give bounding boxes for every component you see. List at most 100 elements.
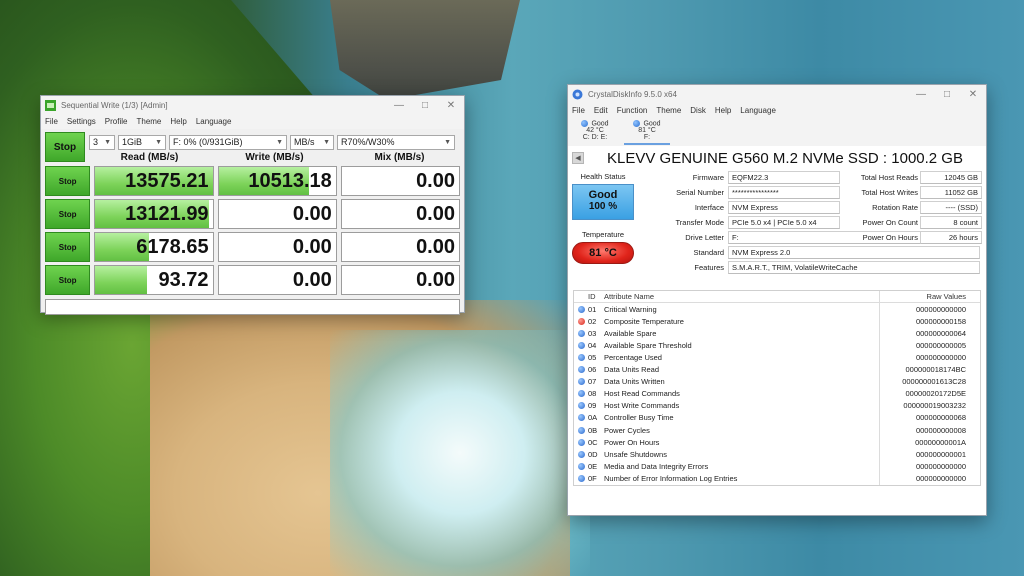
stop-all-button[interactable]: Stop [45, 132, 85, 162]
attribute-raw-value: 000000000068 [915, 413, 966, 423]
drive-value: F: 0% (0/931GiB) [173, 137, 243, 147]
table-row[interactable]: 08 Host Read Commands 00000020172D5E [574, 387, 980, 400]
status-dot-icon [577, 317, 585, 325]
table-row[interactable]: 0C Power On Hours 00000000001A [574, 436, 980, 449]
table-row[interactable]: 05 Percentage Used 000000000000 [574, 351, 980, 364]
menu-theme[interactable]: Theme [136, 117, 161, 126]
table-row[interactable]: 04 Available Spare Threshold 000000000005 [574, 339, 980, 352]
status-dot-icon [577, 474, 585, 482]
close-button[interactable]: ✕ [960, 85, 986, 103]
status-cell [574, 317, 588, 325]
table-row[interactable]: 03 Available Spare 000000000064 [574, 327, 980, 340]
menu-help[interactable]: Help [715, 106, 731, 115]
run-test-4-button[interactable]: Stop [45, 265, 91, 295]
table-row[interactable]: 02 Composite Temperature 000000000158 [574, 315, 980, 328]
table-body: 01 Critical Warning 000000000000 02 Composit… [574, 303, 980, 485]
menu-help[interactable]: Help [170, 117, 186, 126]
mix-ratio-select[interactable]: R70%/W30% ▼ [337, 134, 455, 150]
crystaldiskinfo-window: CrystalDiskInfo 9.5.0 x64 — □ ✕ File Edi… [567, 84, 987, 516]
mix-column-header: Mix (MB/s) [374, 152, 425, 163]
size-select[interactable]: 1GiB ▼ [118, 134, 166, 150]
previous-drive-button[interactable]: ◀ [572, 152, 584, 164]
rotation-rate-value: ---- (SSD) [920, 201, 982, 214]
table-row[interactable]: 0E Media and Data Integrity Errors 0000000… [574, 460, 980, 473]
attribute-name: Power On Hours [604, 436, 880, 449]
standard-label: Standard [693, 248, 724, 257]
table-row[interactable]: 06 Data Units Read 000000018174BC [574, 363, 980, 376]
minimize-button[interactable]: — [386, 96, 412, 114]
status-cell [574, 305, 588, 313]
attribute-id: 0D [588, 449, 598, 459]
run-test-1-button[interactable]: Stop [45, 166, 91, 196]
table-row[interactable]: 07 Data Units Written 000000001613C28 [574, 375, 980, 388]
titlebar[interactable]: Sequential Write (1/3) [Admin] — □ ✕ [41, 96, 464, 114]
read-value: 93.72 [158, 268, 209, 291]
menu-settings[interactable]: Settings [67, 117, 96, 126]
attribute-name: Percentage Used [604, 351, 880, 364]
serial-value: **************** [728, 186, 840, 199]
health-status-badge[interactable]: Good 100 % [572, 184, 634, 220]
attribute-id: 05 [588, 353, 597, 363]
attribute-name: Unsafe Shutdowns [604, 448, 880, 461]
write-value: 10513.18 [248, 169, 332, 192]
host-writes-label: Total Host Writes [861, 188, 918, 197]
run-test-3-button[interactable]: Stop [45, 232, 91, 262]
table-row[interactable]: 0F Number of Error Information Log Entrie… [574, 472, 980, 485]
menu-function[interactable]: Function [617, 106, 648, 115]
mix-result-cell: 0.00 [340, 265, 460, 295]
power-on-count-value: 8 count [920, 216, 982, 229]
crystaldiskmark-window: Sequential Write (1/3) [Admin] — □ ✕ Fil… [40, 95, 465, 315]
menu-file[interactable]: File [572, 106, 585, 115]
read-value: 13121.99 [125, 202, 209, 225]
titlebar[interactable]: CrystalDiskInfo 9.5.0 x64 — □ ✕ [568, 85, 986, 103]
interface-label: Interface [694, 203, 724, 212]
attribute-id: 07 [588, 377, 597, 387]
comment-field[interactable] [45, 299, 460, 315]
status-cell [574, 438, 588, 446]
maximize-button[interactable]: □ [934, 85, 960, 103]
transfer-mode-value: PCIe 5.0 x4 | PCIe 5.0 x4 [728, 216, 840, 229]
attribute-id: 04 [588, 340, 597, 350]
menu-language[interactable]: Language [196, 117, 232, 126]
count-select[interactable]: 3 ▼ [89, 134, 115, 150]
crystaldiskinfo-app-icon [572, 89, 583, 99]
minimize-button[interactable]: — [908, 85, 934, 103]
chevron-down-icon: ▼ [444, 138, 451, 146]
run-test-2-button[interactable]: Stop [45, 199, 91, 229]
drive-select[interactable]: F: 0% (0/931GiB) ▼ [169, 134, 287, 150]
power-on-hours-value: 26 hours [920, 231, 982, 244]
attribute-raw-value: 000000000158 [915, 316, 966, 326]
table-row[interactable]: 0B Power Cycles 000000000008 [574, 424, 980, 437]
menu-profile[interactable]: Profile [105, 117, 128, 126]
attribute-id: 0C [588, 437, 598, 447]
attribute-id: 08 [588, 389, 597, 399]
attribute-name-column-header: Attribute Name [604, 291, 880, 303]
drive-tab-f[interactable]: Good 81 °C F: [624, 119, 670, 145]
menu-disk[interactable]: Disk [690, 106, 706, 115]
table-row[interactable]: 0A Controller Busy Time 000000000068 [574, 411, 980, 425]
drive-tab-c[interactable]: Good 42 °C C: D: E: [572, 119, 618, 145]
table-row[interactable]: 0D Unsafe Shutdowns 000000000001 [574, 448, 980, 461]
attribute-name: Number of Error Information Log Entries [604, 472, 880, 485]
attribute-id: 0F [588, 473, 597, 483]
close-button[interactable]: ✕ [438, 96, 464, 114]
status-dot-icon [577, 329, 585, 337]
chevron-down-icon: ▼ [155, 138, 162, 146]
menu-theme[interactable]: Theme [656, 106, 681, 115]
unit-select[interactable]: MB/s ▼ [290, 134, 334, 150]
maximize-button[interactable]: □ [412, 96, 438, 114]
menu-edit[interactable]: Edit [594, 106, 608, 115]
mix-value: 0.00 [416, 235, 455, 258]
menu-language[interactable]: Language [740, 106, 776, 115]
table-row[interactable]: 09 Host Write Commands 000000019003232 [574, 399, 980, 412]
status-dot-icon [577, 341, 585, 349]
table-row[interactable]: 01 Critical Warning 000000000000 [574, 303, 980, 316]
status-cell [574, 390, 588, 398]
attribute-raw-value: 000000000000 [915, 353, 966, 363]
attribute-id: 03 [588, 328, 597, 338]
menu-file[interactable]: File [45, 117, 58, 126]
info-panel: Health Status Good 100 % Temperature 81 … [568, 170, 986, 290]
read-result-cell: 13575.21 [94, 166, 214, 196]
drive-letter: C: D: E: [582, 134, 608, 142]
temperature-badge[interactable]: 81 °C [572, 242, 634, 264]
